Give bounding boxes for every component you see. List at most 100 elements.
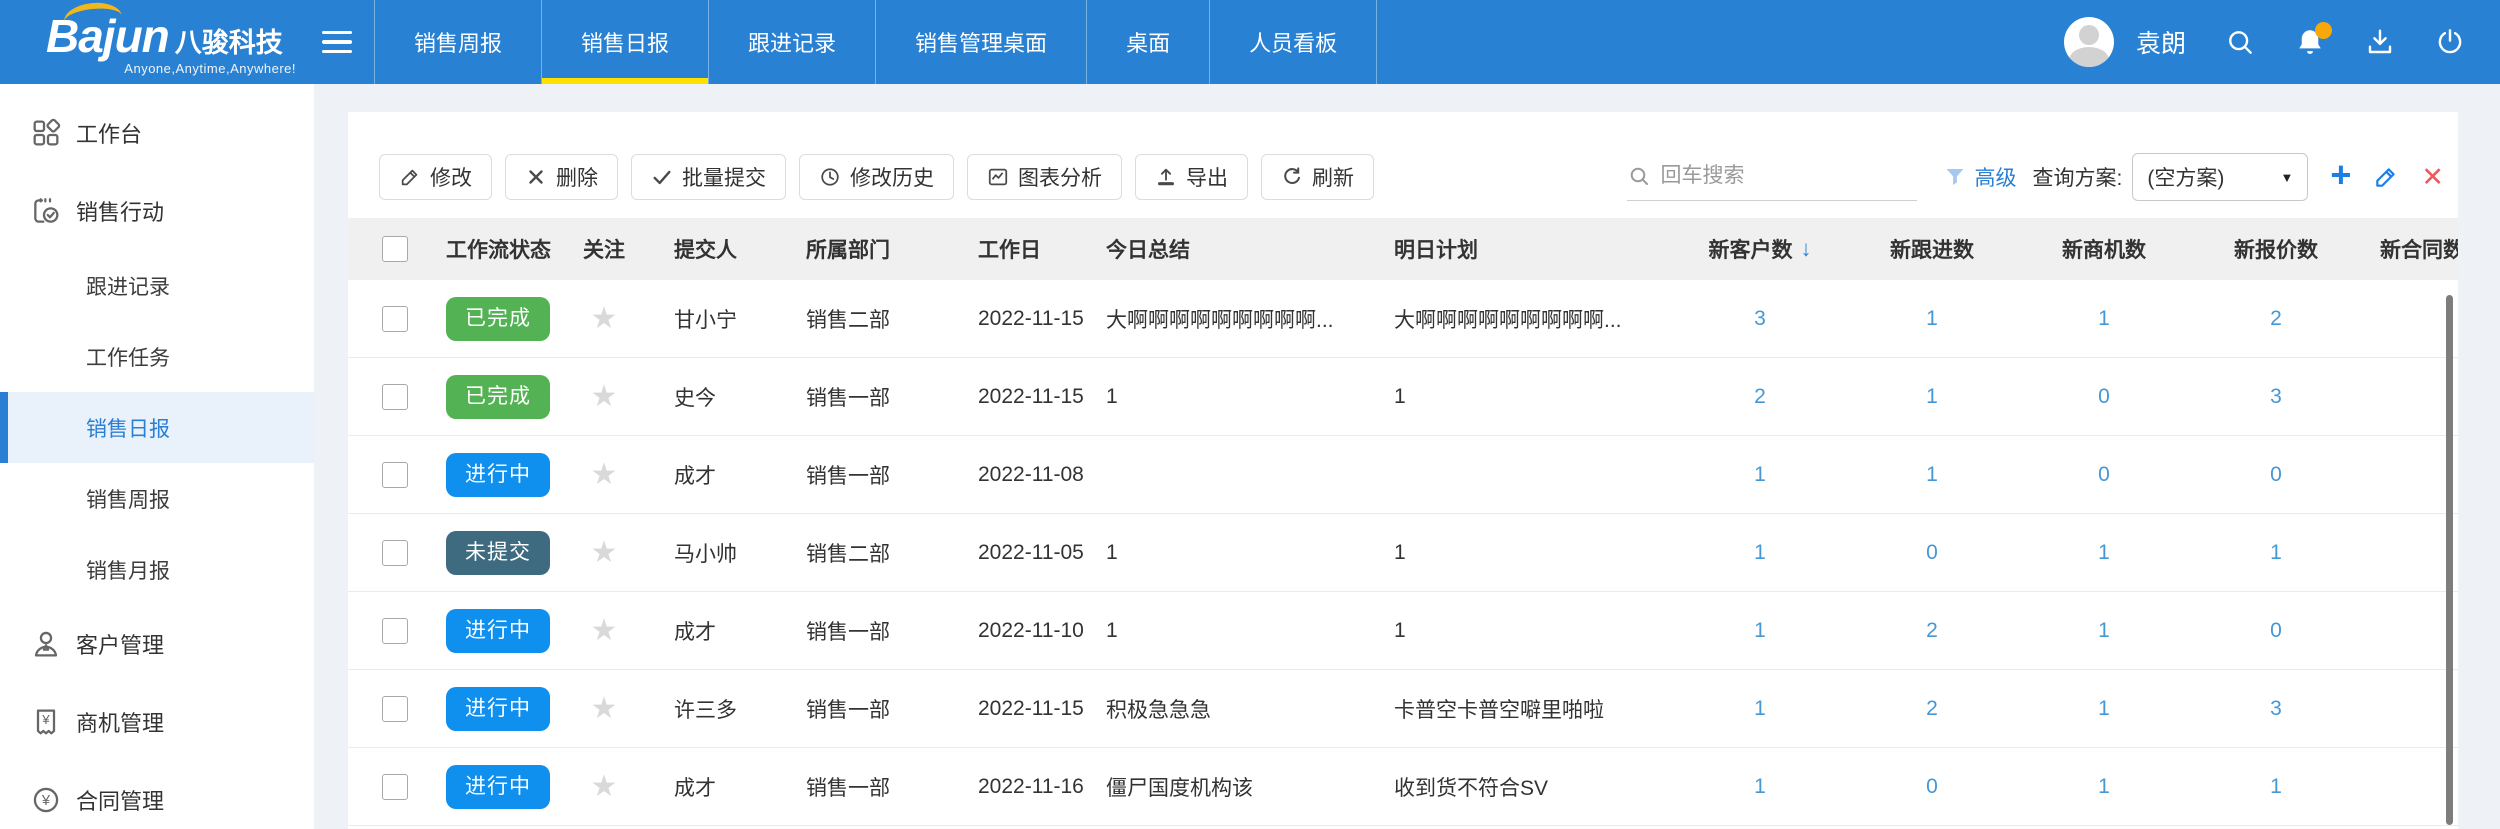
- edit-plan-button[interactable]: [2373, 164, 2399, 190]
- sidebar-item-8[interactable]: 客户管理: [0, 605, 314, 683]
- new_opportunities-link[interactable]: 1: [2098, 619, 2110, 643]
- select-all-checkbox[interactable]: [382, 236, 408, 262]
- table-row[interactable]: 进行中★成才销售一部2022-11-10111210: [348, 592, 2458, 670]
- new_customers-link[interactable]: 2: [1754, 385, 1766, 409]
- new_quotes-link[interactable]: 3: [2270, 385, 2282, 409]
- table-row[interactable]: 已完成★甘小宁销售二部2022-11-15大啊啊啊啊啊啊啊啊啊...大啊啊啊啊啊…: [348, 280, 2458, 358]
- edit-button[interactable]: 修改: [379, 154, 492, 200]
- new_quotes-link[interactable]: 2: [2270, 307, 2282, 331]
- sidebar-item-7[interactable]: 销售月报: [0, 534, 314, 605]
- sidebar-item-4[interactable]: 工作任务: [0, 321, 314, 392]
- row-checkbox[interactable]: [382, 306, 408, 332]
- sidebar-item-2[interactable]: 销售行动: [0, 172, 314, 250]
- user-name[interactable]: 袁朗: [2136, 24, 2186, 60]
- new_customers-link[interactable]: 3: [1754, 307, 1766, 331]
- new_followups-link[interactable]: 2: [1926, 697, 1938, 721]
- sidebar-item-9[interactable]: ¥商机管理: [0, 683, 314, 761]
- follow-star-icon[interactable]: ★: [591, 457, 618, 492]
- row-checkbox[interactable]: [382, 462, 408, 488]
- new_followups-link[interactable]: 1: [1926, 307, 1938, 331]
- new_followups-link[interactable]: 1: [1926, 385, 1938, 409]
- new_quotes-link[interactable]: 0: [2270, 619, 2282, 643]
- chart-button[interactable]: 图表分析: [967, 154, 1122, 200]
- new_customers-link[interactable]: 1: [1754, 541, 1766, 565]
- follow-star-icon[interactable]: ★: [591, 301, 618, 336]
- column-header-9[interactable]: 新跟进数: [1846, 234, 2018, 264]
- add-plan-button[interactable]: +: [2330, 157, 2351, 193]
- new_customers-link[interactable]: 1: [1754, 463, 1766, 487]
- power-icon[interactable]: [2434, 26, 2466, 58]
- top-tab-1[interactable]: 销售周报: [374, 0, 541, 84]
- refresh-button[interactable]: 刷新: [1261, 154, 1374, 200]
- follow-star-icon[interactable]: ★: [591, 379, 618, 414]
- notification-bell-icon[interactable]: [2294, 26, 2326, 58]
- row-checkbox[interactable]: [382, 540, 408, 566]
- top-tab-4[interactable]: 销售管理桌面: [875, 0, 1086, 84]
- new_followups-link[interactable]: 1: [1926, 463, 1938, 487]
- delete-button[interactable]: 删除: [505, 154, 618, 200]
- column-header-8[interactable]: 新客户数↓: [1674, 234, 1846, 264]
- column-header-10[interactable]: 新商机数: [2018, 234, 2190, 264]
- table-row[interactable]: 进行中★许三多销售一部2022-11-15积极急急急卡普空卡普空噼里啪啦1213: [348, 670, 2458, 748]
- column-header-5[interactable]: 工作日: [948, 234, 1094, 264]
- column-header-3[interactable]: 提交人: [648, 234, 776, 264]
- table-row[interactable]: 未提交★马小帅销售二部2022-11-05111011: [348, 514, 2458, 592]
- follow-star-icon[interactable]: ★: [591, 691, 618, 726]
- filter-funnel-icon[interactable]: [1943, 165, 1967, 189]
- sidebar-item-5[interactable]: 销售日报: [0, 392, 314, 463]
- new_opportunities-link[interactable]: 0: [2098, 385, 2110, 409]
- column-header-4[interactable]: 所属部门: [776, 234, 948, 264]
- query-plan-select[interactable]: (空方案) ▼: [2132, 153, 2308, 201]
- new_quotes-link[interactable]: 0: [2270, 463, 2282, 487]
- table-row[interactable]: 进行中★成才销售一部2022-11-16僵尸国度机构该收到货不符合SV1011: [348, 748, 2458, 826]
- table-row[interactable]: 进行中★成才销售一部2022-11-081100: [348, 436, 2458, 514]
- top-tab-6[interactable]: 人员看板: [1209, 0, 1377, 84]
- sidebar-item-1[interactable]: 工作台: [0, 94, 314, 172]
- row-checkbox[interactable]: [382, 696, 408, 722]
- column-header-6[interactable]: 今日总结: [1094, 234, 1374, 264]
- new_followups-link[interactable]: 0: [1926, 541, 1938, 565]
- sidebar-item-6[interactable]: 销售周报: [0, 463, 314, 534]
- search-input[interactable]: [1661, 164, 1891, 188]
- row-checkbox[interactable]: [382, 384, 408, 410]
- row-checkbox[interactable]: [382, 774, 408, 800]
- top-tab-5[interactable]: 桌面: [1086, 0, 1209, 84]
- menu-toggle-icon[interactable]: [322, 31, 352, 54]
- top-tab-3[interactable]: 跟进记录: [708, 0, 875, 84]
- export-button[interactable]: 导出: [1135, 154, 1248, 200]
- column-header-7[interactable]: 明日计划: [1374, 234, 1674, 264]
- column-header-12[interactable]: 新合同数: [2362, 234, 2458, 264]
- table-row[interactable]: 已完成★史今销售一部2022-11-15112103: [348, 358, 2458, 436]
- row-checkbox[interactable]: [382, 618, 408, 644]
- new_quotes-link[interactable]: 1: [2270, 541, 2282, 565]
- download-icon[interactable]: [2364, 26, 2396, 58]
- new_opportunities-link[interactable]: 1: [2098, 775, 2110, 799]
- follow-star-icon[interactable]: ★: [591, 613, 618, 648]
- sort-descending-icon[interactable]: ↓: [1801, 236, 1812, 262]
- new_quotes-link[interactable]: 1: [2270, 775, 2282, 799]
- sidebar-item-3[interactable]: 跟进记录: [0, 250, 314, 321]
- follow-star-icon[interactable]: ★: [591, 535, 618, 570]
- history-button[interactable]: 修改历史: [799, 154, 954, 200]
- column-header-11[interactable]: 新报价数: [2190, 234, 2362, 264]
- sidebar-item-10[interactable]: ¥合同管理: [0, 761, 314, 829]
- follow-star-icon[interactable]: ★: [591, 769, 618, 804]
- top-tab-2[interactable]: 销售日报: [541, 0, 708, 84]
- column-header-2[interactable]: 关注: [560, 234, 648, 264]
- vertical-scrollbar[interactable]: [2446, 295, 2453, 825]
- new_followups-link[interactable]: 2: [1926, 619, 1938, 643]
- column-header-1[interactable]: 工作流状态: [410, 234, 560, 264]
- check-button[interactable]: 批量提交: [631, 154, 786, 200]
- advanced-search-link[interactable]: 高级: [1975, 162, 2017, 192]
- search-icon[interactable]: [2224, 26, 2256, 58]
- new_customers-link[interactable]: 1: [1754, 619, 1766, 643]
- new_customers-link[interactable]: 1: [1754, 775, 1766, 799]
- new_customers-link[interactable]: 1: [1754, 697, 1766, 721]
- avatar[interactable]: [2064, 17, 2114, 67]
- new_opportunities-link[interactable]: 1: [2098, 541, 2110, 565]
- new_opportunities-link[interactable]: 0: [2098, 463, 2110, 487]
- new_quotes-link[interactable]: 3: [2270, 697, 2282, 721]
- search-box[interactable]: [1627, 164, 1917, 201]
- delete-plan-button[interactable]: ✕: [2421, 162, 2444, 193]
- new_followups-link[interactable]: 0: [1926, 775, 1938, 799]
